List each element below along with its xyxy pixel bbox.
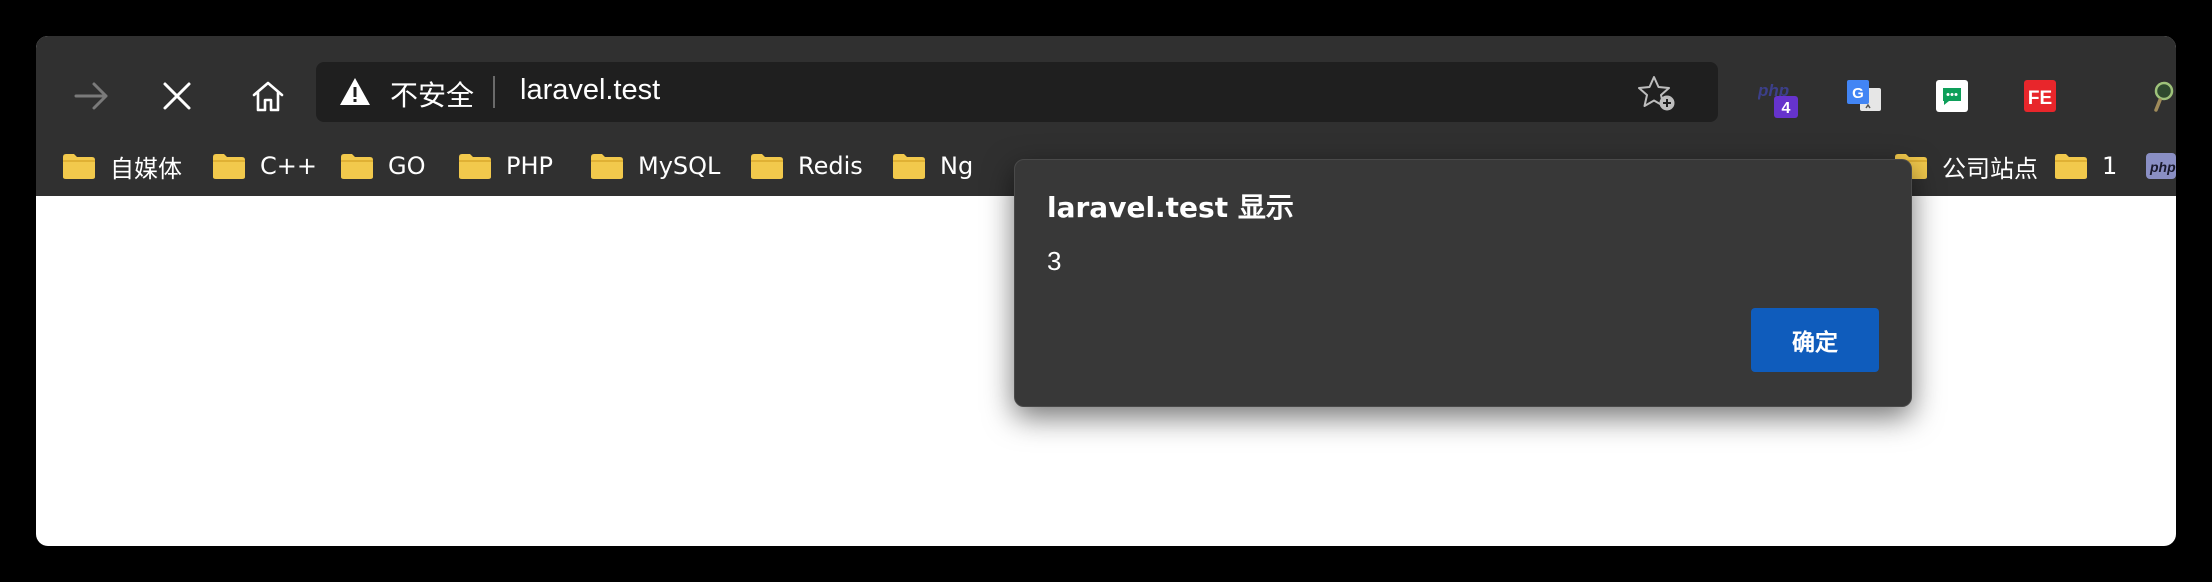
bookmark-folder-redis[interactable]: Redis [750,136,863,196]
url-text[interactable]: laravel.test [520,74,660,107]
search-extension-button[interactable] [2146,78,2176,114]
bookmark-label: Ng [940,152,974,180]
browser-window: 不安全 laravel.test php 4 G FE 自媒体 C++ GO P… [36,36,2176,546]
bookmark-folder-1[interactable]: 1 [2054,136,2117,196]
bookmark-label: Redis [798,152,863,180]
magnifier-extension-icon [2154,81,2174,112]
bookmark-label: GO [388,152,426,180]
google-translate-letter: G [1852,85,1864,102]
warning-icon[interactable] [338,76,372,108]
folder-icon [63,154,95,179]
php-extension-badge: 4 [1782,100,1791,117]
dialog-title: laravel.test 显示 [1047,191,1294,224]
fe-extension-icon: FE [2024,80,2056,112]
php-favicon-icon: php [2146,153,2176,179]
chat-extension-icon [1936,80,1968,112]
folder-icon [751,154,783,179]
close-icon [163,82,191,110]
php-favicon-label: php [2149,159,2176,175]
dialog-message: 3 [1047,246,1062,276]
address-bar[interactable]: 不安全 laravel.test [316,62,1718,122]
fe-extension-button[interactable]: FE [2022,78,2058,114]
bookmark-folder-cpp[interactable]: C++ [212,136,317,196]
chat-extension-button[interactable] [1934,78,1970,114]
folder-icon [213,154,245,179]
folder-icon [459,154,491,179]
ok-button[interactable]: 确定 [1751,308,1879,372]
php-extension-button[interactable]: php 4 [1757,78,1798,118]
bookmark-folder-mysql[interactable]: MySQL [590,136,720,196]
home-button[interactable] [240,68,296,124]
toolbar: 不安全 laravel.test php 4 G FE [36,36,2176,144]
security-status-label[interactable]: 不安全 [390,74,474,114]
google-translate-icon: G [1847,80,1881,111]
add-favorite-icon[interactable] [1636,74,1676,112]
folder-icon [591,154,623,179]
bookmark-label: PHP [506,152,553,180]
bookmark-label: 公司站点 [1942,154,2038,183]
alert-dialog: laravel.test 显示 3 确定 [1014,159,1912,407]
bookmark-folder-zimeiti[interactable]: 自媒体 [62,136,182,196]
bookmark-folder-php[interactable]: PHP [458,136,553,196]
bookmark-php-site[interactable]: php [2146,136,2176,196]
home-icon [252,81,284,112]
bookmark-folder-company-sites[interactable]: 公司站点 [1894,136,2038,196]
folder-icon [2055,154,2087,179]
bookmark-label: 1 [2102,152,2118,180]
bookmark-label: MySQL [638,152,721,180]
php-extension-icon: php 4 [1757,81,1798,118]
folder-icon [341,154,373,179]
arrow-right-icon [74,82,108,110]
folder-icon [893,154,925,179]
forward-button[interactable] [64,68,120,124]
bookmark-label: C++ [260,152,317,180]
bookmark-folder-ng[interactable]: Ng [892,136,973,196]
google-translate-extension-button[interactable]: G [1846,78,1882,114]
stop-loading-button[interactable] [149,68,205,124]
bookmark-folder-go[interactable]: GO [340,136,426,196]
fe-extension-label: FE [2028,88,2052,109]
address-divider [493,76,495,108]
bookmark-label: 自媒体 [110,154,182,183]
